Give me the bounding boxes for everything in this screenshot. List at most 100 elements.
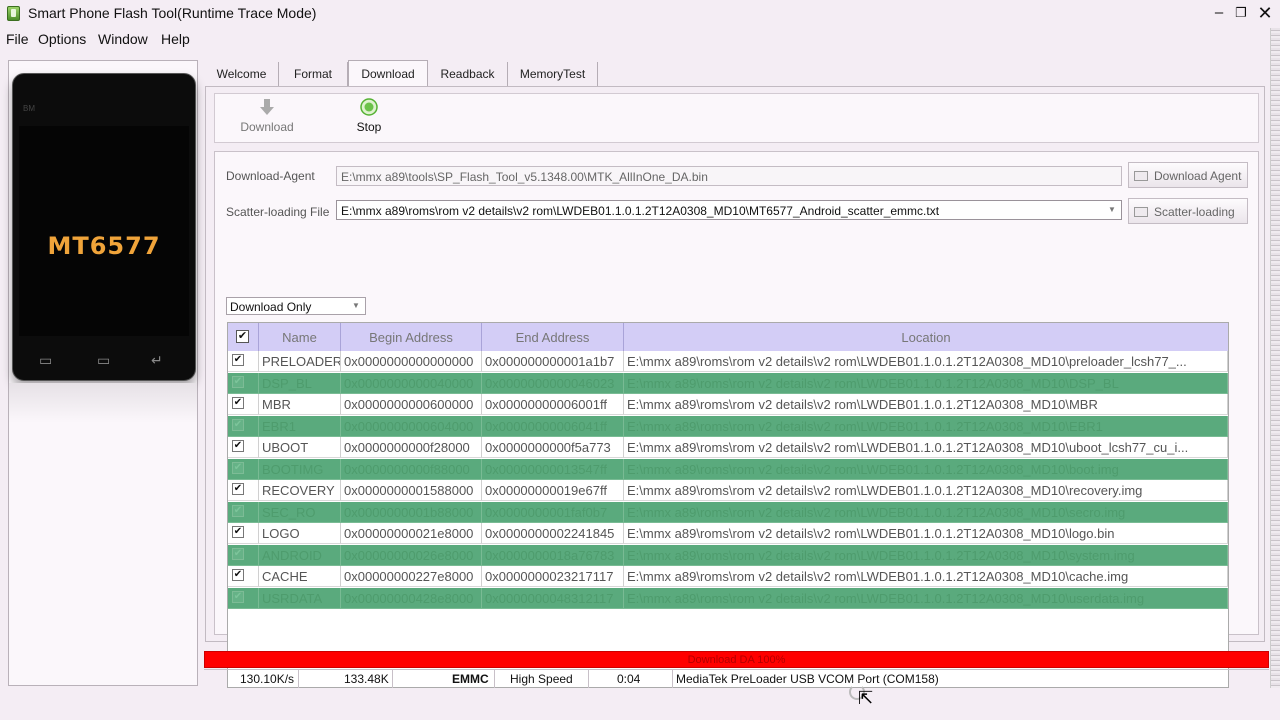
begin-address: 0x00000000428e8000 xyxy=(341,587,482,609)
begin-address: 0x0000000000040000 xyxy=(341,372,482,394)
chevron-down-icon[interactable]: ▼ xyxy=(349,299,363,313)
table-row[interactable]: ✔ CACHE 0x00000000227e8000 0x00000000232171… xyxy=(228,566,1228,587)
row-checkbox[interactable]: ✔ xyxy=(232,569,244,581)
row-checkbox[interactable]: ✔ xyxy=(232,375,244,388)
tab-format[interactable]: Format xyxy=(279,62,348,86)
status-time: 0:04 xyxy=(617,672,641,686)
download-agent-field[interactable]: E:\mmx a89\tools\SP_Flash_Tool_v5.1348.0… xyxy=(336,166,1122,186)
table-row[interactable]: ✔ SEC_RO 0x0000000001b88000 0x0000000001faf… xyxy=(228,501,1228,523)
select-all-cell: ✔ xyxy=(228,323,259,351)
row-checkbox[interactable]: ✔ xyxy=(232,590,244,603)
tab-strip: Welcome Format Download Readback MemoryT… xyxy=(205,60,1265,87)
table-row[interactable]: ✔ MBR 0x0000000000600000 0x00000000006001ff… xyxy=(228,394,1228,415)
row-checkbox[interactable]: ✔ xyxy=(232,397,244,409)
begin-address: 0x0000000001b88000 xyxy=(341,501,482,523)
stop-circle-icon xyxy=(360,98,378,116)
table-row[interactable]: ✔ LOGO 0x00000000021e8000 0x000000000224184… xyxy=(228,523,1228,544)
status-size: 133.48K xyxy=(344,672,389,686)
row-checkbox[interactable]: ✔ xyxy=(232,526,244,538)
partition-name: RECOVERY xyxy=(259,480,341,501)
row-checkbox[interactable]: ✔ xyxy=(232,504,244,517)
tab-download[interactable]: Download xyxy=(348,60,428,87)
row-checkbox[interactable]: ✔ xyxy=(232,440,244,452)
table-row[interactable]: ✔ ANDROID 0x00000000026e8000 0x0000000018a7… xyxy=(228,544,1228,566)
table-row[interactable]: ✔ PRELOADER 0x0000000000000000 0x0000000000… xyxy=(228,351,1228,372)
folder-icon xyxy=(1134,171,1148,181)
column-header-end[interactable]: End Address xyxy=(482,323,624,351)
download-agent-label: Download-Agent xyxy=(226,169,315,183)
download-button[interactable]: Download xyxy=(235,98,299,134)
column-header-location[interactable]: Location xyxy=(624,323,1228,351)
minimize-button[interactable]: – xyxy=(1208,3,1230,23)
mouse-pointer-icon: ⇱ xyxy=(858,688,874,708)
menu-window[interactable]: Window xyxy=(98,31,148,47)
phone-reflection xyxy=(9,383,197,423)
row-checkbox[interactable]: ✔ xyxy=(232,418,244,431)
row-checkbox-cell: ✔ xyxy=(228,415,259,437)
partition-name: LOGO xyxy=(259,523,341,544)
table-row[interactable]: ✔ USRDATA 0x00000000428e8000 0x000000004831… xyxy=(228,587,1228,609)
download-button-label: Download xyxy=(240,120,294,134)
title-bar: Smart Phone Flash Tool(Runtime Trace Mod… xyxy=(0,0,1280,28)
row-checkbox-cell: ✔ xyxy=(228,437,259,458)
table-header: ✔ Name Begin Address End Address Locatio… xyxy=(228,323,1228,351)
phone-brand-mark: BM xyxy=(23,104,35,113)
tab-readback[interactable]: Readback xyxy=(428,62,508,86)
chevron-down-icon[interactable]: ▼ xyxy=(1105,203,1119,217)
table-row[interactable]: ✔ RECOVERY 0x0000000001588000 0x00000000019… xyxy=(228,480,1228,501)
begin-address: 0x0000000000604000 xyxy=(341,415,482,437)
partition-name: DSP_BL xyxy=(259,372,341,394)
menu-options[interactable]: Options xyxy=(38,31,86,47)
status-bar: 130.10K/s 133.48K EMMC High Speed 0:04 M… xyxy=(204,669,1269,689)
scatter-file-field[interactable]: E:\mmx a89\roms\rom v2 details\v2 rom\LW… xyxy=(336,200,1122,220)
download-tab-panel: Download Stop Download-Agent E:\mmx a89\… xyxy=(205,86,1265,688)
partition-name: SEC_RO xyxy=(259,501,341,523)
status-usb-speed: High Speed xyxy=(510,672,573,686)
partition-location: E:\mmx a89\roms\rom v2 details\v2 rom\LW… xyxy=(624,437,1228,458)
table-row[interactable]: ✔ DSP_BL 0x0000000000040000 0x0000000000046… xyxy=(228,372,1228,394)
end-address: 0x00000000006001ff xyxy=(482,394,624,415)
tab-memorytest[interactable]: MemoryTest xyxy=(508,62,598,86)
row-checkbox[interactable]: ✔ xyxy=(232,547,244,560)
column-header-name[interactable]: Name xyxy=(259,323,341,351)
table-row[interactable]: ✔ UBOOT 0x0000000000f28000 0x0000000000f5a7… xyxy=(228,437,1228,458)
partition-location: E:\mmx a89\roms\rom v2 details\v2 rom\LW… xyxy=(624,372,1228,394)
begin-address: 0x0000000000600000 xyxy=(341,394,482,415)
status-storage: EMMC xyxy=(452,672,489,686)
end-address: 0x0000000018a76783 xyxy=(482,544,624,566)
restore-button[interactable]: ❐ xyxy=(1230,3,1252,23)
table-row[interactable]: ✔ EBR1 0x0000000000604000 0x00000000006041f… xyxy=(228,415,1228,437)
close-button[interactable]: ✕ xyxy=(1254,3,1276,23)
select-all-checkbox[interactable]: ✔ xyxy=(236,330,249,343)
tab-welcome[interactable]: Welcome xyxy=(205,62,279,86)
scatter-loading-button-label: Scatter-loading xyxy=(1154,205,1235,219)
menu-file[interactable]: File xyxy=(6,31,29,47)
folder-icon xyxy=(1134,207,1148,217)
scatter-loading-button[interactable]: Scatter-loading xyxy=(1128,198,1248,224)
menu-help[interactable]: Help xyxy=(161,31,190,47)
column-header-begin[interactable]: Begin Address xyxy=(341,323,482,351)
end-address: 0x0000000000046023 xyxy=(482,372,624,394)
row-checkbox[interactable]: ✔ xyxy=(232,461,244,474)
partition-location: E:\mmx a89\roms\rom v2 details\v2 rom\LW… xyxy=(624,415,1228,437)
stop-button[interactable]: Stop xyxy=(345,98,393,134)
end-address: 0x00000000019e67ff xyxy=(482,480,624,501)
phone-screen: MT6577 xyxy=(19,126,189,336)
end-address: 0x00000000013547ff xyxy=(482,458,624,480)
phone-image: BM MT6577 ▭ ▭ ↵ xyxy=(12,73,196,381)
download-mode-select[interactable]: Download Only ▼ xyxy=(226,297,366,315)
download-agent-button[interactable]: Download Agent xyxy=(1128,162,1248,188)
menu-key-icon: ▭ xyxy=(39,352,53,368)
partition-name: BOOTIMG xyxy=(259,458,341,480)
download-config: Download-Agent E:\mmx a89\tools\SP_Flash… xyxy=(214,151,1259,688)
scrollbar[interactable] xyxy=(1270,28,1280,688)
partition-name: EBR1 xyxy=(259,415,341,437)
begin-address: 0x00000000227e8000 xyxy=(341,566,482,587)
begin-address: 0x0000000000f88000 xyxy=(341,458,482,480)
begin-address: 0x0000000001588000 xyxy=(341,480,482,501)
row-checkbox[interactable]: ✔ xyxy=(232,483,244,495)
end-address: 0x0000000000f5a773 xyxy=(482,437,624,458)
table-row[interactable]: ✔ BOOTIMG 0x0000000000f88000 0x000000000135… xyxy=(228,458,1228,480)
partition-location: E:\mmx a89\roms\rom v2 details\v2 rom\LW… xyxy=(624,587,1228,609)
row-checkbox[interactable]: ✔ xyxy=(232,354,244,366)
